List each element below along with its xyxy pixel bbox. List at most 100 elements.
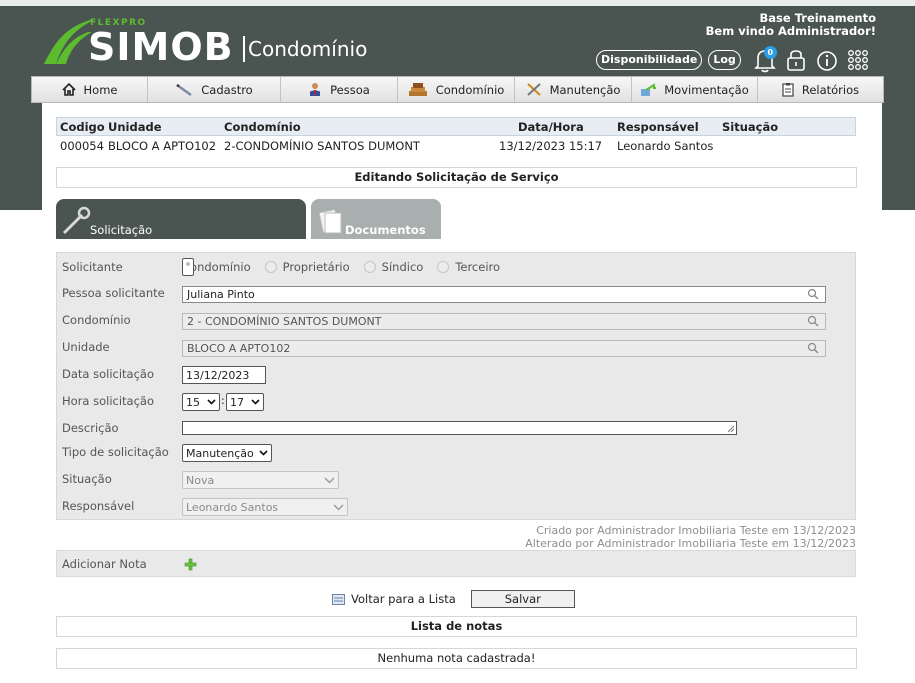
label-situacao: Situação (62, 472, 112, 486)
pessoa-lookup-field[interactable]: Juliana Pinto (182, 286, 826, 303)
audit-info: Criado por Administrador Imobiliaria Tes… (525, 524, 856, 550)
col-responsavel: Responsável (617, 120, 699, 134)
radio-terceiro[interactable]: Terceiro (437, 260, 500, 274)
menu-item-pessoa[interactable]: Pessoa (281, 77, 398, 102)
save-button[interactable]: Salvar (470, 590, 575, 608)
search-icon[interactable] (807, 315, 819, 327)
add-note-bar: Adicionar Nota (56, 550, 856, 577)
building-icon (408, 82, 428, 97)
label-responsavel: Responsável (62, 499, 135, 513)
apps-button[interactable] (845, 46, 871, 74)
logo-condominio-text: Condomínio (248, 37, 368, 61)
wrench-icon (62, 206, 91, 235)
main-menu: Home Cadastro Pessoa Condomínio Manutenç… (31, 76, 884, 103)
radio-proprietario[interactable]: Proprietário (264, 260, 350, 274)
label-solicitante: Solicitante (62, 260, 123, 274)
top-border (0, 0, 915, 6)
add-note-plus-icon[interactable] (184, 558, 197, 571)
notification-badge: 0 (763, 46, 777, 59)
menu-label-cadastro: Cadastro (201, 82, 253, 97)
unidade-value: BLOCO A APTO102 (187, 342, 291, 355)
responsavel-value: Leonardo Santos (186, 500, 279, 514)
person-icon (308, 82, 322, 97)
menu-item-cadastro[interactable]: Cadastro (148, 77, 281, 102)
col-unidade: Unidade (108, 120, 162, 134)
radio-label-proprietario: Proprietário (282, 260, 350, 274)
tipo-solicitacao-select[interactable]: Manutenção (182, 444, 272, 462)
label-hora: Hora solicitação (62, 394, 155, 408)
radio-label-terceiro: Terceiro (455, 260, 501, 274)
search-icon[interactable] (807, 288, 819, 300)
tab-documentos-label: Documentos (345, 223, 426, 237)
label-descricao: Descrição (62, 421, 119, 435)
list-icon (332, 593, 345, 605)
label-condominio: Condomínio (62, 313, 131, 327)
cell-unidade: BLOCO A APTO102 (108, 139, 217, 153)
log-button[interactable]: Log (708, 50, 741, 70)
label-data: Data solicitação (62, 367, 155, 381)
radio-label-sindico: Síndico (381, 260, 424, 274)
time-separator: : (221, 394, 225, 407)
solicitante-radio-group: Condomínio Proprietário Síndico Terceiro (182, 258, 514, 276)
radio-dot-selected (182, 258, 194, 276)
data-solicitacao-input[interactable]: 13/12/2023 (182, 366, 266, 384)
label-tipo: Tipo de solicitação (62, 445, 169, 459)
menu-label-relatorios: Relatórios (801, 82, 860, 97)
record-row: 000054 BLOCO A APTO102 2-CONDOMÍNIO SANT… (56, 137, 856, 156)
lock-button[interactable] (783, 46, 809, 74)
cell-data-hora: 13/12/2023 15:17 (499, 139, 603, 153)
add-note-label: Adicionar Nota (62, 557, 147, 571)
col-situacao: Situação (722, 120, 779, 134)
menu-label-manutencao: Manutenção (549, 82, 621, 97)
resize-grip-icon[interactable] (727, 425, 735, 433)
notes-empty-message: Nenhuma nota cadastrada! (56, 648, 857, 669)
apps-grid-icon (847, 50, 868, 70)
hora-select[interactable]: 15 (182, 393, 220, 411)
radio-dot (264, 261, 277, 273)
documents-icon (318, 208, 342, 234)
menu-item-movimentacao[interactable]: Movimentação (632, 77, 758, 102)
condominio-lookup-field[interactable]: 2 - CONDOMÍNIO SANTOS DUMONT (182, 313, 826, 330)
radio-dot (363, 261, 376, 273)
simob-logo[interactable]: FLEXPRO SIMOB Condomínio (38, 16, 378, 69)
condominio-value: 2 - CONDOMÍNIO SANTOS DUMONT (187, 315, 382, 328)
exchange-icon (640, 82, 657, 97)
back-to-list-link[interactable]: Voltar para a Lista (332, 592, 456, 606)
pessoa-value: Juliana Pinto (187, 288, 255, 301)
menu-item-relatorios[interactable]: Relatórios (758, 77, 883, 102)
form-actions: Voltar para a Lista Salvar (332, 589, 575, 609)
search-icon[interactable] (807, 342, 819, 354)
user-info: Base Treinamento Bem vindo Administrador… (706, 12, 876, 38)
menu-item-manutencao[interactable]: Manutenção (515, 77, 632, 102)
situacao-select[interactable]: Nova (182, 471, 339, 489)
back-to-list-label: Voltar para a Lista (351, 592, 456, 606)
notes-list-title: Lista de notas (56, 616, 857, 637)
menu-item-home[interactable]: Home (32, 77, 148, 102)
menu-label-condominio: Condomínio (435, 82, 505, 97)
unidade-lookup-field[interactable]: BLOCO A APTO102 (182, 340, 826, 357)
notifications-button[interactable]: 0 (752, 46, 778, 74)
altered-by-text: Alterado por Administrador Imobiliaria T… (525, 536, 856, 550)
pencil-icon (175, 83, 193, 97)
descricao-textarea[interactable] (182, 421, 737, 435)
header-toolbar: Disponibilidade Log 0 (596, 45, 871, 75)
radio-condominio[interactable]: Condomínio (182, 258, 251, 276)
cell-condominio: 2-CONDOMÍNIO SANTOS DUMONT (224, 139, 420, 153)
swoosh-logo-icon (44, 20, 94, 64)
tab-solicitacao[interactable]: Solicitação (56, 199, 306, 239)
cell-codigo: 000054 (60, 139, 104, 153)
radio-sindico[interactable]: Síndico (363, 260, 424, 274)
menu-item-condominio[interactable]: Condomínio (398, 77, 515, 102)
minuto-select[interactable]: 17 (226, 393, 264, 411)
logo-simob-text: SIMOB (88, 25, 234, 69)
chevron-down-icon (324, 477, 335, 483)
responsavel-select[interactable]: Leonardo Santos (182, 498, 348, 516)
disponibilidade-button[interactable]: Disponibilidade (596, 50, 703, 70)
menu-label-movimentacao: Movimentação (664, 82, 749, 97)
chevron-down-icon (207, 399, 216, 405)
chevron-down-icon (333, 504, 344, 510)
info-button[interactable] (814, 46, 840, 74)
tab-documentos[interactable]: Documentos (311, 199, 441, 239)
menu-label-pessoa: Pessoa (330, 82, 370, 97)
lock-icon (786, 50, 805, 71)
